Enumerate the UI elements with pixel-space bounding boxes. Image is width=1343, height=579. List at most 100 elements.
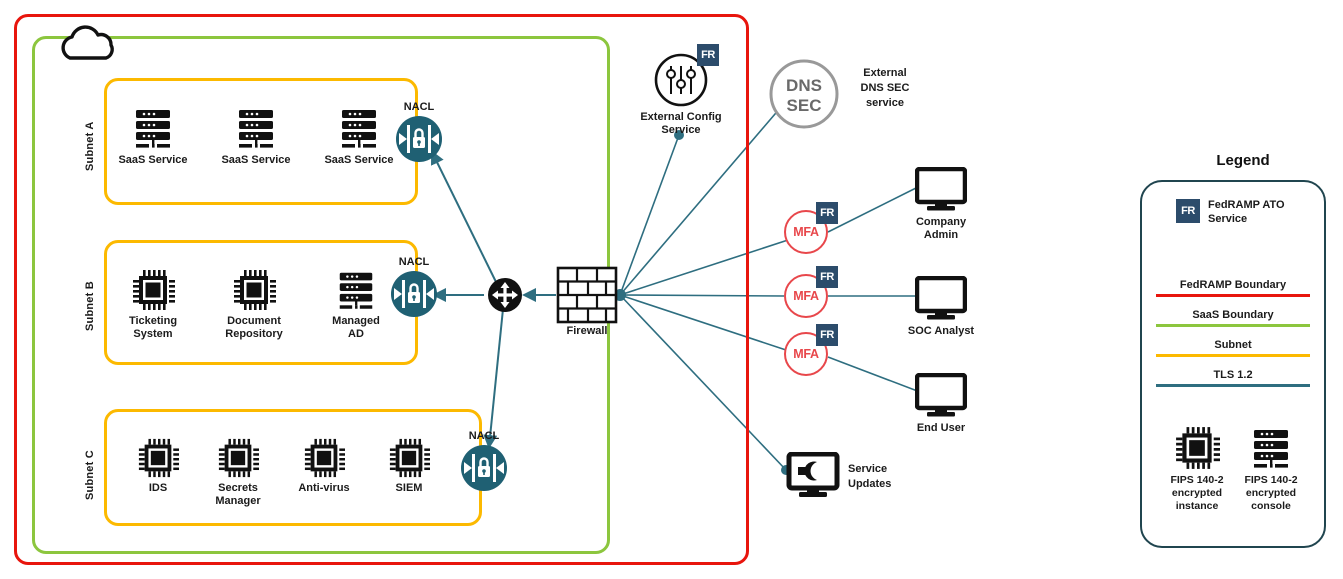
legend-item-tls: TLS 1.2 (1156, 368, 1310, 387)
legend-item-subnet: Subnet (1156, 338, 1310, 357)
legend-line-swatch (1156, 324, 1310, 327)
legend-title: Legend (1216, 152, 1270, 169)
legend-line-swatch (1156, 384, 1310, 387)
legend-line-label: Subnet (1214, 339, 1252, 351)
dns-sec-line1: DNS (786, 76, 822, 95)
node-label: IDS (148, 482, 168, 494)
node-document-repository[interactable]: Document Repository (206, 268, 302, 341)
legend-line-swatch (1156, 354, 1310, 357)
node-label: Managed AD (332, 315, 380, 340)
fr-badge-text: FR (820, 206, 834, 219)
fedramp-ato-badge: FR (816, 202, 838, 224)
firewall-icon (556, 266, 618, 324)
chip-icon (133, 270, 175, 310)
node-company-admin[interactable]: Company Admin (893, 167, 989, 242)
fedramp-ato-badge: FR (816, 324, 838, 346)
nacl-label: NACL (398, 256, 430, 268)
server-icon (339, 272, 373, 309)
dns-sec-label: External DNS SEC service (860, 67, 910, 109)
chip-icon (1176, 427, 1220, 469)
monitor-icon (915, 167, 967, 211)
fedramp-ato-badge: FR (697, 44, 719, 66)
node-label: End User (916, 422, 966, 434)
chip-icon (304, 438, 345, 478)
nacl-subnet-a[interactable]: NACL (393, 101, 445, 170)
node-firewall[interactable]: Firewall (556, 266, 618, 338)
mfa-label: MFA (793, 225, 819, 239)
dns-sec-line2: SEC (787, 96, 822, 115)
dns-sec-icon[interactable]: DNS SEC (768, 58, 840, 130)
chip-icon (389, 438, 430, 478)
legend-ato-label: FedRAMP ATO Service (1208, 199, 1285, 225)
mfa-label: MFA (793, 347, 819, 361)
nacl-label: NACL (468, 430, 500, 442)
node-label: SIEM (395, 482, 423, 494)
legend-line-label: SaaS Boundary (1192, 309, 1274, 321)
legend-item-fips-console: FIPS 140-2 encrypted console (1232, 425, 1310, 513)
node-siem[interactable]: SIEM (361, 437, 457, 495)
node-label: Firewall (566, 325, 608, 337)
mfa-end-user[interactable]: MFA FR (784, 324, 838, 376)
server-icon (136, 110, 170, 148)
server-icon (342, 110, 376, 148)
architecture-diagram-canvas: Subnet A SaaS Service SaaS Service SaaS … (0, 0, 1343, 579)
node-label: SaaS Service (324, 154, 394, 166)
nacl-icon (461, 445, 507, 491)
legend-item-saas-boundary: SaaS Boundary (1156, 308, 1310, 327)
router-icon[interactable] (487, 277, 523, 313)
legend-line-label: FedRAMP Boundary (1179, 279, 1287, 291)
subnet-c-label: Subnet C (84, 450, 96, 500)
legend-item-fips-instance: FIPS 140-2 encrypted instance (1158, 425, 1236, 513)
node-label: Service Updates (848, 463, 892, 490)
node-label: External Config Service (640, 111, 722, 136)
nacl-subnet-c[interactable]: NACL (458, 430, 510, 499)
node-anti-virus[interactable]: Anti-virus (276, 437, 372, 495)
node-secrets-manager[interactable]: Secrets Manager (190, 437, 286, 508)
node-label: Company Admin (915, 216, 967, 241)
node-label: Anti-virus (298, 482, 350, 494)
server-icon (239, 110, 273, 148)
legend-line-label: TLS 1.2 (1213, 369, 1253, 381)
node-label: Ticketing System (128, 315, 178, 340)
chip-icon (218, 438, 259, 478)
mfa-soc-analyst[interactable]: MFA FR (784, 266, 838, 318)
node-label: Secrets Manager (215, 482, 261, 507)
mfa-company-admin[interactable]: MFA FR (784, 202, 838, 254)
cloud-icon (56, 25, 124, 60)
legend-fips-label: FIPS 140-2 encrypted instance (1170, 474, 1224, 512)
mfa-label: MFA (793, 289, 819, 303)
subnet-a-label: Subnet A (84, 121, 96, 171)
nacl-subnet-b[interactable]: NACL (388, 256, 440, 325)
nacl-icon (396, 116, 442, 162)
legend-line-swatch (1156, 294, 1310, 297)
node-service-updates[interactable]: Service Updates (786, 452, 936, 502)
chip-icon (234, 270, 276, 310)
node-ticketing-system[interactable]: Ticketing System (105, 268, 201, 341)
fr-badge-text: FR (820, 328, 834, 341)
nacl-icon (391, 271, 437, 317)
monitor-icon (915, 276, 967, 320)
service-updates-icon (786, 452, 840, 497)
chip-icon (138, 438, 179, 478)
node-label: SaaS Service (118, 154, 188, 166)
node-end-user[interactable]: End User (893, 373, 989, 435)
fedramp-ato-badge: FR (1176, 199, 1200, 223)
node-saas-service-2[interactable]: SaaS Service (208, 105, 304, 167)
server-icon (1254, 430, 1288, 468)
legend-item-fedramp-boundary: FedRAMP Boundary (1156, 278, 1310, 297)
fr-badge-text: FR (1181, 204, 1195, 217)
fr-badge-text: FR (820, 270, 834, 283)
legend-fips-label: FIPS 140-2 encrypted console (1244, 474, 1298, 512)
fedramp-ato-badge: FR (816, 266, 838, 288)
node-label: SOC Analyst (907, 325, 975, 337)
node-saas-service-1[interactable]: SaaS Service (105, 105, 201, 167)
node-label: Document Repository (225, 315, 283, 340)
nacl-label: NACL (403, 101, 435, 113)
subnet-b-label: Subnet B (84, 281, 96, 331)
node-external-config-service[interactable]: FR External Config Service (633, 44, 729, 137)
node-soc-analyst[interactable]: SOC Analyst (893, 276, 989, 338)
legend-item-fedramp-ato: FR FedRAMP ATO Service (1176, 198, 1316, 226)
monitor-icon (915, 373, 967, 417)
node-label: SaaS Service (221, 154, 291, 166)
fr-badge-text: FR (701, 48, 715, 61)
